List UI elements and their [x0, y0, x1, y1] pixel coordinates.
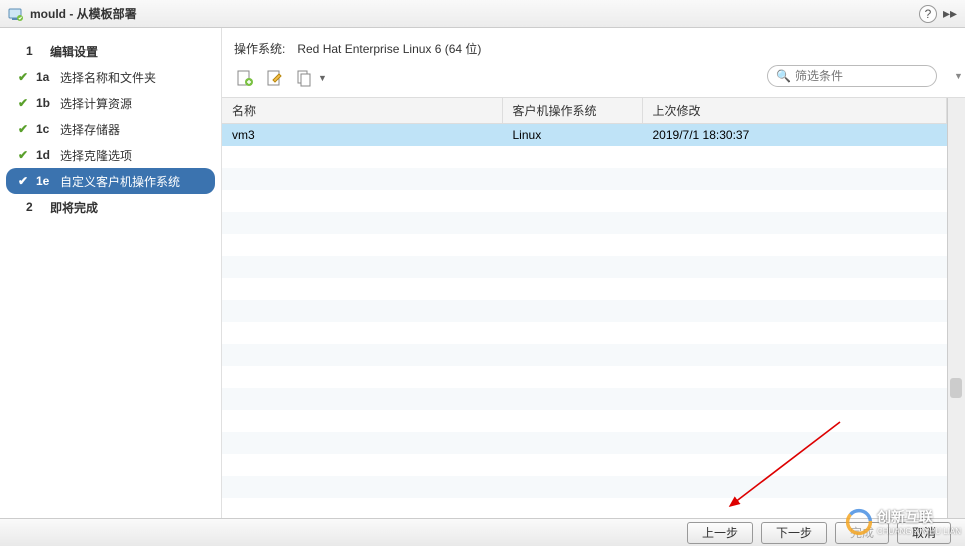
check-icon: ✔ — [18, 70, 34, 84]
table-header-row: 名称 客户机操作系统 上次修改 — [222, 98, 947, 124]
table-row[interactable] — [222, 388, 947, 410]
os-label: 操作系统: — [234, 40, 294, 57]
chevron-down-icon[interactable]: ▼ — [954, 71, 963, 81]
step-label: 编辑设置 — [50, 43, 98, 60]
back-button[interactable]: 上一步 — [687, 522, 753, 544]
expand-icon[interactable]: ▸▸ — [943, 5, 957, 22]
cell-guest: Linux — [502, 124, 642, 147]
cell-modified: 2019/7/1 18:30:37 — [642, 124, 947, 147]
step-label: 选择计算资源 — [60, 95, 132, 112]
copy-spec-icon[interactable] — [294, 67, 316, 89]
filter-input[interactable] — [795, 69, 950, 83]
os-value: Red Hat Enterprise Linux 6 (64 位) — [297, 42, 481, 56]
cancel-button[interactable]: 取消 — [897, 522, 951, 544]
check-icon: ✔ — [18, 148, 34, 162]
step-label: 选择名称和文件夹 — [60, 69, 156, 86]
step-edit-settings[interactable]: 1 编辑设置 — [0, 38, 221, 64]
table-row[interactable] — [222, 454, 947, 476]
table-row[interactable] — [222, 322, 947, 344]
search-icon: 🔍 — [776, 69, 791, 83]
vm-icon — [8, 6, 24, 22]
table-row[interactable] — [222, 190, 947, 212]
os-info-row: 操作系统: Red Hat Enterprise Linux 6 (64 位) — [222, 28, 965, 63]
edit-spec-icon[interactable] — [264, 67, 286, 89]
step-label: 选择存储器 — [60, 121, 120, 138]
step-label: 自定义客户机操作系统 — [60, 173, 180, 190]
step-ready-complete[interactable]: 2 即将完成 — [0, 194, 221, 220]
table-row[interactable] — [222, 344, 947, 366]
table-row[interactable] — [222, 256, 947, 278]
col-guest-os[interactable]: 客户机操作系统 — [502, 98, 642, 124]
next-button[interactable]: 下一步 — [761, 522, 827, 544]
col-last-modified[interactable]: 上次修改 — [642, 98, 947, 124]
main-panel: 操作系统: Red Hat Enterprise Linux 6 (64 位) … — [222, 28, 965, 518]
check-icon: ✔ — [18, 96, 34, 110]
step-select-name-folder[interactable]: ✔ 1a 选择名称和文件夹 — [0, 64, 221, 90]
table-row[interactable] — [222, 300, 947, 322]
step-select-storage[interactable]: ✔ 1c 选择存储器 — [0, 116, 221, 142]
table-row[interactable] — [222, 234, 947, 256]
toolbar: ▼ 🔍 ▼ — [222, 63, 965, 98]
step-label: 选择克隆选项 — [60, 147, 132, 164]
check-icon: ✔ — [18, 174, 34, 188]
table-row[interactable] — [222, 366, 947, 388]
step-customize-guest-os[interactable]: ✔ 1e 自定义客户机操作系统 — [6, 168, 215, 194]
table-row[interactable] — [222, 278, 947, 300]
step-label: 即将完成 — [50, 199, 98, 216]
table-row[interactable] — [222, 168, 947, 190]
table-row[interactable] — [222, 410, 947, 432]
table-row[interactable] — [222, 476, 947, 498]
table-row[interactable] — [222, 146, 947, 168]
step-select-compute[interactable]: ✔ 1b 选择计算资源 — [0, 90, 221, 116]
vertical-scrollbar[interactable] — [947, 98, 965, 518]
table-row[interactable] — [222, 212, 947, 234]
dropdown-arrow-icon[interactable]: ▼ — [318, 73, 327, 83]
table-row[interactable]: vm3 Linux 2019/7/1 18:30:37 — [222, 124, 947, 147]
new-spec-icon[interactable] — [234, 67, 256, 89]
table-row[interactable] — [222, 432, 947, 454]
col-name[interactable]: 名称 — [222, 98, 502, 124]
wizard-steps-sidebar: 1 编辑设置 ✔ 1a 选择名称和文件夹 ✔ 1b 选择计算资源 ✔ 1c 选择… — [0, 28, 222, 518]
cell-name: vm3 — [222, 124, 502, 147]
window-title: mould - 从模板部署 — [30, 5, 919, 22]
scrollbar-thumb[interactable] — [950, 378, 962, 398]
title-bar: mould - 从模板部署 ? ▸▸ — [0, 0, 965, 28]
step-select-clone-options[interactable]: ✔ 1d 选择克隆选项 — [0, 142, 221, 168]
check-icon: ✔ — [18, 122, 34, 136]
filter-box[interactable]: 🔍 ▼ — [767, 65, 937, 87]
finish-button: 完成 — [835, 522, 889, 544]
spec-table: 名称 客户机操作系统 上次修改 vm3 Linux 2019/7/1 18:30… — [222, 98, 947, 518]
help-icon[interactable]: ? — [919, 5, 937, 23]
wizard-footer: 上一步 下一步 完成 取消 — [0, 518, 965, 546]
